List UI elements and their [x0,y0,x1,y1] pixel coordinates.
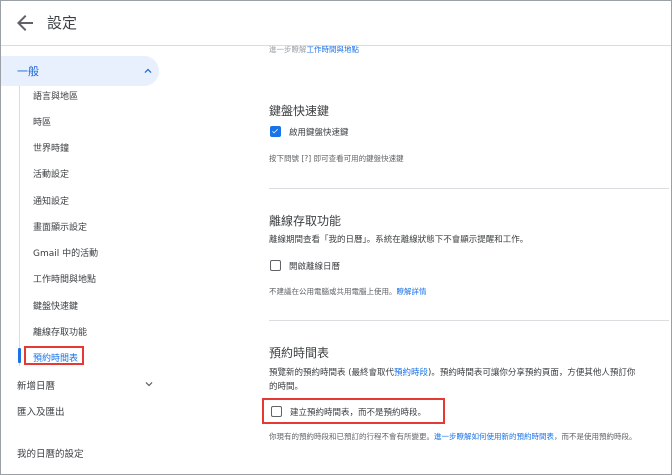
working-hours-link[interactable]: 工作時間與地點 [307,45,360,54]
page-title: 設定 [47,14,78,32]
back-button[interactable] [13,11,37,35]
sidebar-section-general-label: 一般 [17,65,39,78]
check-icon [272,128,278,134]
booking-heading: 預約時間表 [269,346,330,360]
sidebar-item-offline[interactable]: 離線存取功能 [33,325,87,338]
offline-calendar-label: 開啟離線日曆 [289,262,341,272]
offline-desc: 離線期間查看「我的日曆」。系統在離線狀態下不會顯示提醒和工作。 [269,235,529,245]
keyboard-hint: 按下問號 [?] 即可查看可用的鍵盤快速鍵 [269,154,404,163]
highlight-box-booking [262,398,445,424]
arrow-left-icon [17,15,33,31]
settings-window: 設定 一般 語言與地區 時區 世界時鐘 活動設定 通知設定 畫面顯示設定 Gma… [0,0,672,475]
settings-sidebar: 一般 語言與地區 時區 世界時鐘 活動設定 通知設定 畫面顯示設定 Gmail … [1,46,171,474]
booking-note: 你現有的預約時段和已預訂的行程不會有所變更。進一步瞭解如何使用新的預約時間表，而… [269,432,637,441]
keyboard-shortcuts-label: 啟用鍵盤快速鍵 [289,128,349,138]
keyboard-shortcuts-checkbox[interactable] [270,126,281,137]
sidebar-section-general[interactable]: 一般 [1,56,159,86]
sidebar-item-language-region[interactable]: 語言與地區 [33,89,78,102]
keyboard-heading: 鍵盤快速鍵 [269,104,330,118]
sidebar-section-import-export[interactable]: 匯入及匯出 [17,404,65,418]
highlight-box-sidebar [24,346,84,365]
sidebar-item-gmail-events[interactable]: Gmail 中的活動 [33,246,98,259]
sidebar-item-event-settings[interactable]: 活動設定 [33,167,69,180]
appointment-slots-link[interactable]: 預約時段 [394,368,428,378]
booking-desc-line2: 的時間。 [269,382,304,392]
sidebar-item-world-clock[interactable]: 世界時鐘 [33,141,69,154]
top-partial-text: 進一步瞭解工作時間與地點 [269,45,360,54]
chevron-down-icon [145,382,153,387]
sidebar-item-keyboard-shortcuts[interactable]: 鍵盤快速鍵 [33,299,78,312]
sidebar-item-notification-settings[interactable]: 通知設定 [33,194,69,207]
sidebar-section-add-calendar[interactable]: 新增日曆 [17,378,55,392]
active-indicator [18,348,21,363]
offline-calendar-checkbox[interactable] [270,260,281,271]
booking-desc-line1: 預覽新的預約時間表 (最終會取代預約時段)。預約時間表可讓你分享預約頁面，方便其… [269,368,636,378]
offline-note: 不建議在公用電腦或共用電腦上使用。瞭解詳情 [269,287,427,296]
offline-learn-more-link[interactable]: 瞭解詳情 [397,287,427,296]
sidebar-section-my-calendars[interactable]: 我的日曆的設定 [17,446,84,460]
section-divider [269,320,669,321]
sidebar-tree-line [19,86,20,366]
booking-learn-more-link[interactable]: 進一步瞭解如何使用新的預約時間表 [434,432,554,441]
settings-header: 設定 [1,1,671,46]
sidebar-item-view-options[interactable]: 畫面顯示設定 [33,220,87,233]
chevron-up-icon [144,68,152,73]
offline-heading: 離線存取功能 [269,214,342,228]
section-divider [269,188,669,189]
sidebar-item-timezone[interactable]: 時區 [33,115,51,128]
sidebar-item-working-hours[interactable]: 工作時間與地點 [33,272,96,285]
